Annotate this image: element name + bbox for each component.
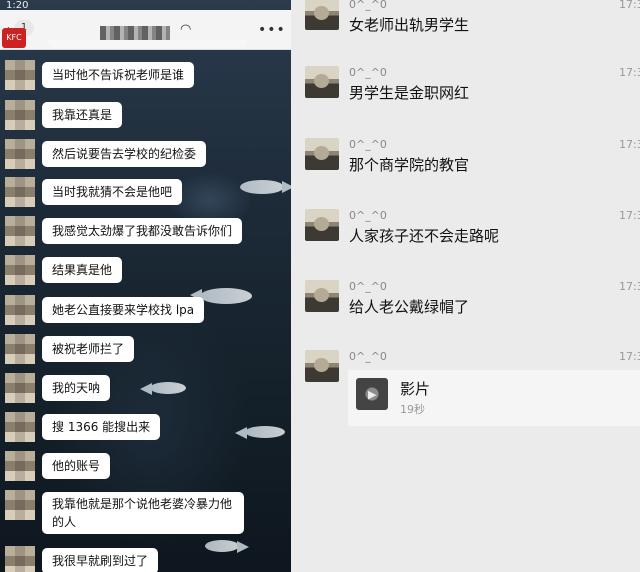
sender-name: 0^_^0 — [349, 66, 387, 79]
message-bubble[interactable]: 我感觉太劲爆了我都没敢告诉你们 — [42, 218, 243, 244]
message-bubble[interactable]: 然后说要告去学校的纪检委 — [42, 141, 207, 167]
user-avatar[interactable] — [305, 138, 339, 170]
pixelated-avatar[interactable] — [5, 295, 35, 325]
pixelated-avatar[interactable] — [5, 373, 35, 403]
message-text[interactable]: 那个商学院的教官 — [349, 154, 469, 175]
message-bubble[interactable]: 当时他不告诉祝老师是谁 — [42, 62, 195, 88]
pixelated-avatar[interactable] — [5, 412, 35, 442]
user-avatar[interactable] — [305, 0, 339, 30]
chat-message: 我靠他就是那个说他老婆冷暴力他的人 — [0, 490, 291, 536]
chat-message: 当时我就猜不会是他吧 — [0, 177, 291, 207]
user-avatar[interactable] — [305, 66, 339, 98]
message-time: 17:3 — [619, 66, 640, 79]
pixelated-avatar[interactable] — [5, 139, 35, 169]
pixelated-avatar[interactable] — [5, 255, 35, 285]
previous-bubble-edge — [48, 40, 246, 48]
chat-message: 我感觉太劲爆了我都没敢告诉你们 — [0, 216, 291, 246]
left-chat-screenshot: 1:20 ‹ 1 ◠ ••• KFC 当时他不告诉祝老师是谁 我靠还真是 然后说… — [0, 0, 291, 572]
chat-message: 0^_^0 17:3 那个商学院的教官 — [291, 138, 640, 202]
message-bubble[interactable]: 被祝老师拦了 — [42, 336, 135, 362]
pixelated-avatar[interactable] — [5, 100, 35, 130]
pixelated-avatar[interactable] — [5, 546, 35, 572]
message-time: 17:3 — [619, 350, 640, 363]
chat-message: 0^_^0 17:3 男学生是金职网红 — [291, 66, 640, 130]
sender-name: 0^_^0 — [349, 0, 387, 11]
right-chat-screenshot: 0^_^0 17:3 女老师出轨男学生 0^_^0 17:3 男学生是金职网红 … — [291, 0, 640, 572]
pixelated-avatar[interactable] — [5, 216, 35, 246]
message-bubble[interactable]: 我很早就刷到过了 — [42, 548, 159, 572]
pixelated-avatar[interactable] — [5, 177, 35, 207]
sender-name: 0^_^0 — [349, 209, 387, 222]
pixelated-avatar[interactable] — [5, 334, 35, 364]
user-avatar[interactable] — [305, 280, 339, 312]
pixelated-avatar[interactable] — [5, 490, 35, 520]
sender-name: 0^_^0 — [349, 350, 387, 363]
message-bubble[interactable]: 搜 1366 能搜出来 — [42, 414, 161, 440]
play-icon[interactable]: ▶ — [368, 388, 376, 401]
group-avatar-logo: KFC — [2, 28, 26, 48]
sender-name: 0^_^0 — [349, 280, 387, 293]
chat-message: 0^_^0 17:3 女老师出轨男学生 — [291, 0, 640, 62]
chat-message: 他的账号 — [0, 451, 291, 481]
user-avatar[interactable] — [305, 209, 339, 241]
chat-message: 我很早就刷到过了 — [0, 546, 291, 572]
chat-title-blurred — [100, 26, 170, 40]
message-time: 17:3 — [619, 209, 640, 222]
chat-message: 搜 1366 能搜出来 — [0, 412, 291, 442]
video-duration: 19秒 — [400, 403, 425, 416]
pixelated-avatar[interactable] — [5, 60, 35, 90]
chat-message: 当时他不告诉祝老师是谁 — [0, 60, 291, 90]
user-avatar[interactable] — [305, 350, 339, 382]
sender-name: 0^_^0 — [349, 138, 387, 151]
message-bubble[interactable]: 当时我就猜不会是他吧 — [42, 179, 183, 205]
chat-message: 她老公直接要来学校找 lpa — [0, 295, 291, 325]
chat-message: 结果真是他 — [0, 255, 291, 285]
chat-message: 然后说要告去学校的纪检委 — [0, 139, 291, 169]
message-time: 17:3 — [619, 138, 640, 151]
message-bubble[interactable]: 结果真是他 — [42, 257, 123, 283]
message-text[interactable]: 男学生是金职网红 — [349, 82, 469, 103]
message-bubble[interactable]: 她老公直接要来学校找 lpa — [42, 297, 205, 323]
chat-message: 被祝老师拦了 — [0, 334, 291, 364]
message-text[interactable]: 人家孩子还不会走路呢 — [349, 225, 499, 246]
message-time: 17:3 — [619, 280, 640, 293]
message-bubble[interactable]: 我靠还真是 — [42, 102, 123, 128]
video-message-card[interactable]: ▶ 影片 19秒 — [348, 370, 640, 426]
message-time: 17:3 — [619, 0, 640, 11]
chat-message: 0^_^0 17:3 给人老公戴绿帽了 — [291, 280, 640, 344]
message-bubble[interactable]: 我的天呐 — [42, 375, 111, 401]
chat-message: 我靠还真是 — [0, 100, 291, 130]
chat-message: 我的天呐 — [0, 373, 291, 403]
wifi-icon: ◠ — [180, 22, 192, 37]
message-bubble[interactable]: 他的账号 — [42, 453, 111, 479]
chat-message: 0^_^0 17:3 人家孩子还不会走路呢 — [291, 209, 640, 273]
video-label: 影片 — [400, 380, 431, 398]
more-options-icon[interactable]: ••• — [258, 22, 286, 38]
message-text[interactable]: 给人老公戴绿帽了 — [349, 296, 469, 317]
message-bubble[interactable]: 我靠他就是那个说他老婆冷暴力他的人 — [42, 492, 244, 534]
message-text[interactable]: 女老师出轨男学生 — [349, 14, 469, 35]
pixelated-avatar[interactable] — [5, 451, 35, 481]
